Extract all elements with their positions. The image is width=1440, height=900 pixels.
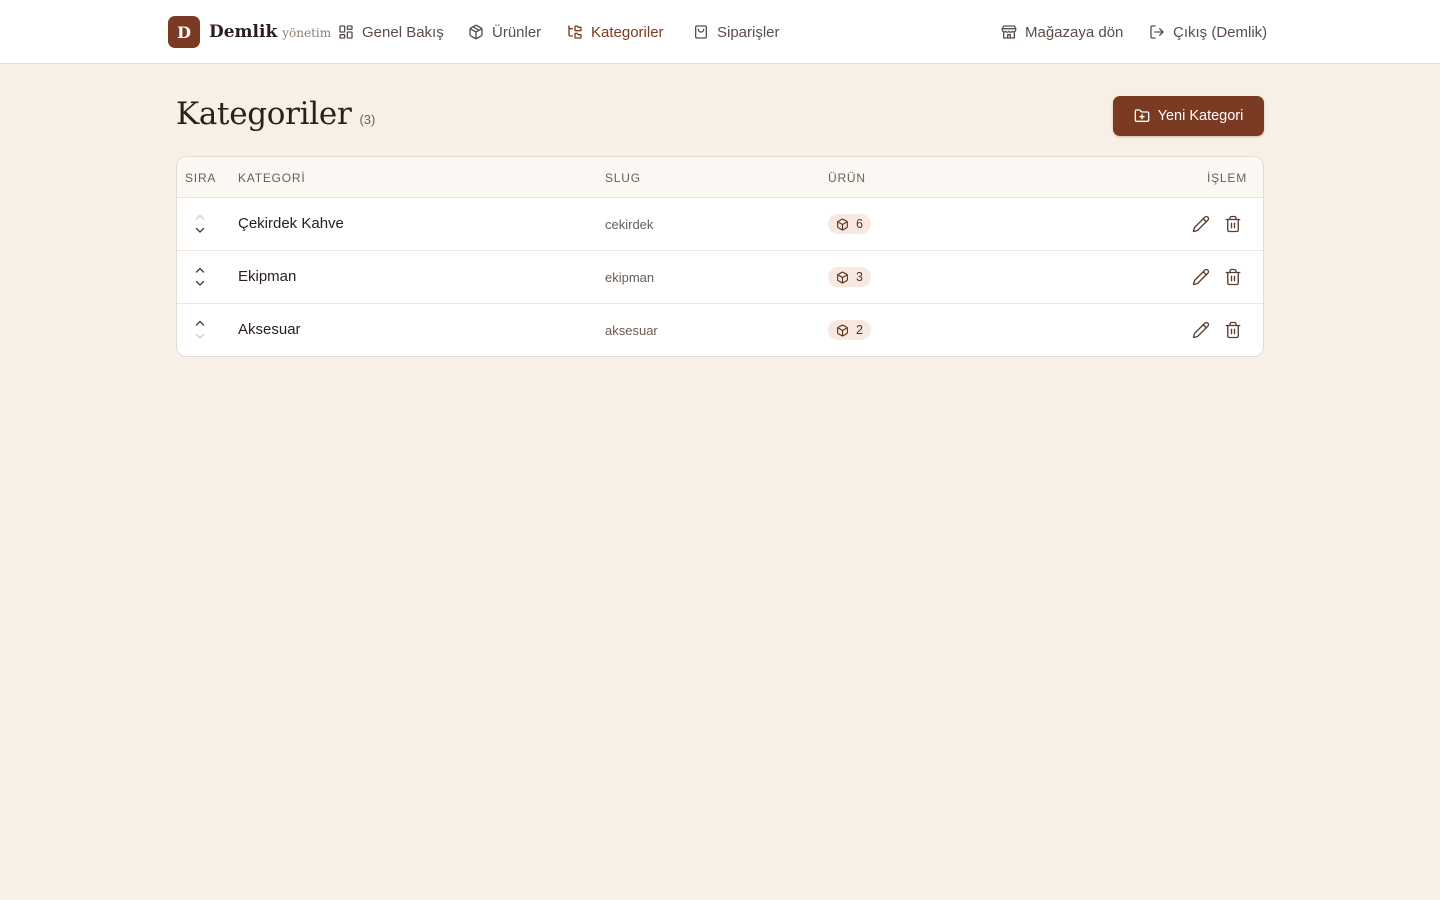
page-header: Kategoriler (3) (176, 96, 375, 136)
product-count-badge: 6 (828, 214, 871, 234)
pencil-icon (1192, 215, 1210, 233)
sort-controls (193, 211, 207, 237)
edit-button[interactable] (1192, 321, 1210, 339)
package-icon (837, 271, 848, 283)
layout-grid-icon (339, 25, 353, 39)
new-category-button[interactable]: Yeni Kategori (1113, 96, 1264, 136)
chevron-up-icon[interactable] (193, 211, 207, 224)
table-row: Ekipman ekipman 3 (177, 251, 1263, 304)
delete-button[interactable] (1224, 215, 1242, 233)
page-title: Kategoriler (176, 96, 352, 132)
new-category-label: Yeni Kategori (1157, 108, 1244, 124)
header-category: KATEGORİ (238, 171, 306, 185)
chevron-down-icon[interactable] (193, 224, 207, 237)
header-actions: İŞLEM (1206, 171, 1247, 185)
top-navbar: D Demlik yönetim Genel Bakış Ürünler Kat… (0, 0, 1440, 64)
nav-logout[interactable]: Çıkış (Demlik) (1149, 20, 1267, 44)
category-name: Aksesuar (238, 321, 301, 338)
store-icon (1001, 25, 1017, 39)
table-row: Aksesuar aksesuar 2 (177, 304, 1263, 356)
delete-button[interactable] (1224, 321, 1242, 339)
product-count-badge: 3 (828, 267, 871, 287)
categories-table: SIRA KATEGORİ SLUG ÜRÜN İŞLEM Çekirdek K… (176, 156, 1264, 357)
brand-name: Demlik (209, 22, 278, 42)
edit-button[interactable] (1192, 268, 1210, 286)
nav-products-label: Ürünler (492, 23, 542, 41)
folder-tree-icon (568, 25, 582, 39)
nav-back-to-store[interactable]: Mağazaya dön (1001, 20, 1123, 44)
product-count: 6 (856, 217, 863, 231)
nav-orders[interactable]: Siparişler (693, 20, 780, 44)
category-count: (3) (359, 112, 376, 127)
nav-overview[interactable]: Genel Bakış (338, 20, 444, 44)
pencil-icon (1192, 268, 1210, 286)
package-icon (837, 324, 848, 336)
nav-back-to-store-label: Mağazaya dön (1025, 23, 1124, 41)
nav-overview-label: Genel Bakış (362, 23, 444, 41)
category-slug: aksesuar (605, 323, 658, 338)
package-icon (837, 218, 848, 230)
nav-logout-label: Çıkış (Demlik) (1173, 23, 1268, 41)
product-count: 3 (856, 270, 863, 284)
category-slug: cekirdek (605, 217, 654, 232)
category-name: Çekirdek Kahve (238, 215, 344, 232)
log-out-icon (1150, 25, 1164, 39)
trash-icon (1225, 215, 1241, 233)
brand[interactable]: D Demlik yönetim (168, 16, 331, 48)
folder-plus-icon (1134, 109, 1149, 122)
table-row: Çekirdek Kahve cekirdek 6 (177, 198, 1263, 251)
chevron-up-icon[interactable] (193, 264, 207, 277)
edit-button[interactable] (1192, 215, 1210, 233)
trash-icon (1225, 268, 1241, 286)
nav-products[interactable]: Ürünler (468, 20, 541, 44)
chevron-down-icon[interactable] (193, 277, 207, 290)
sort-controls (193, 317, 207, 343)
header-order: SIRA (185, 171, 217, 185)
nav-categories-label: Kategoriler (591, 23, 664, 41)
brand-logo: D (168, 16, 200, 48)
table-header: SIRA KATEGORİ SLUG ÜRÜN İŞLEM (177, 157, 1263, 198)
header-slug: SLUG (605, 171, 641, 185)
delete-button[interactable] (1224, 268, 1242, 286)
shopping-bag-icon (695, 25, 707, 39)
chevron-up-icon[interactable] (193, 317, 207, 330)
pencil-icon (1192, 321, 1210, 339)
category-slug: ekipman (605, 270, 655, 285)
chevron-down-icon[interactable] (193, 330, 207, 343)
product-count: 2 (856, 323, 863, 337)
sort-controls (193, 264, 207, 290)
package-icon (469, 24, 483, 40)
trash-icon (1225, 321, 1241, 339)
header-products: ÜRÜN (828, 171, 866, 185)
nav-orders-label: Siparişler (717, 23, 780, 41)
nav-categories[interactable]: Kategoriler (567, 20, 664, 44)
product-count-badge: 2 (828, 320, 871, 340)
category-name: Ekipman (238, 268, 297, 285)
brand-subtitle: yönetim (282, 26, 332, 40)
